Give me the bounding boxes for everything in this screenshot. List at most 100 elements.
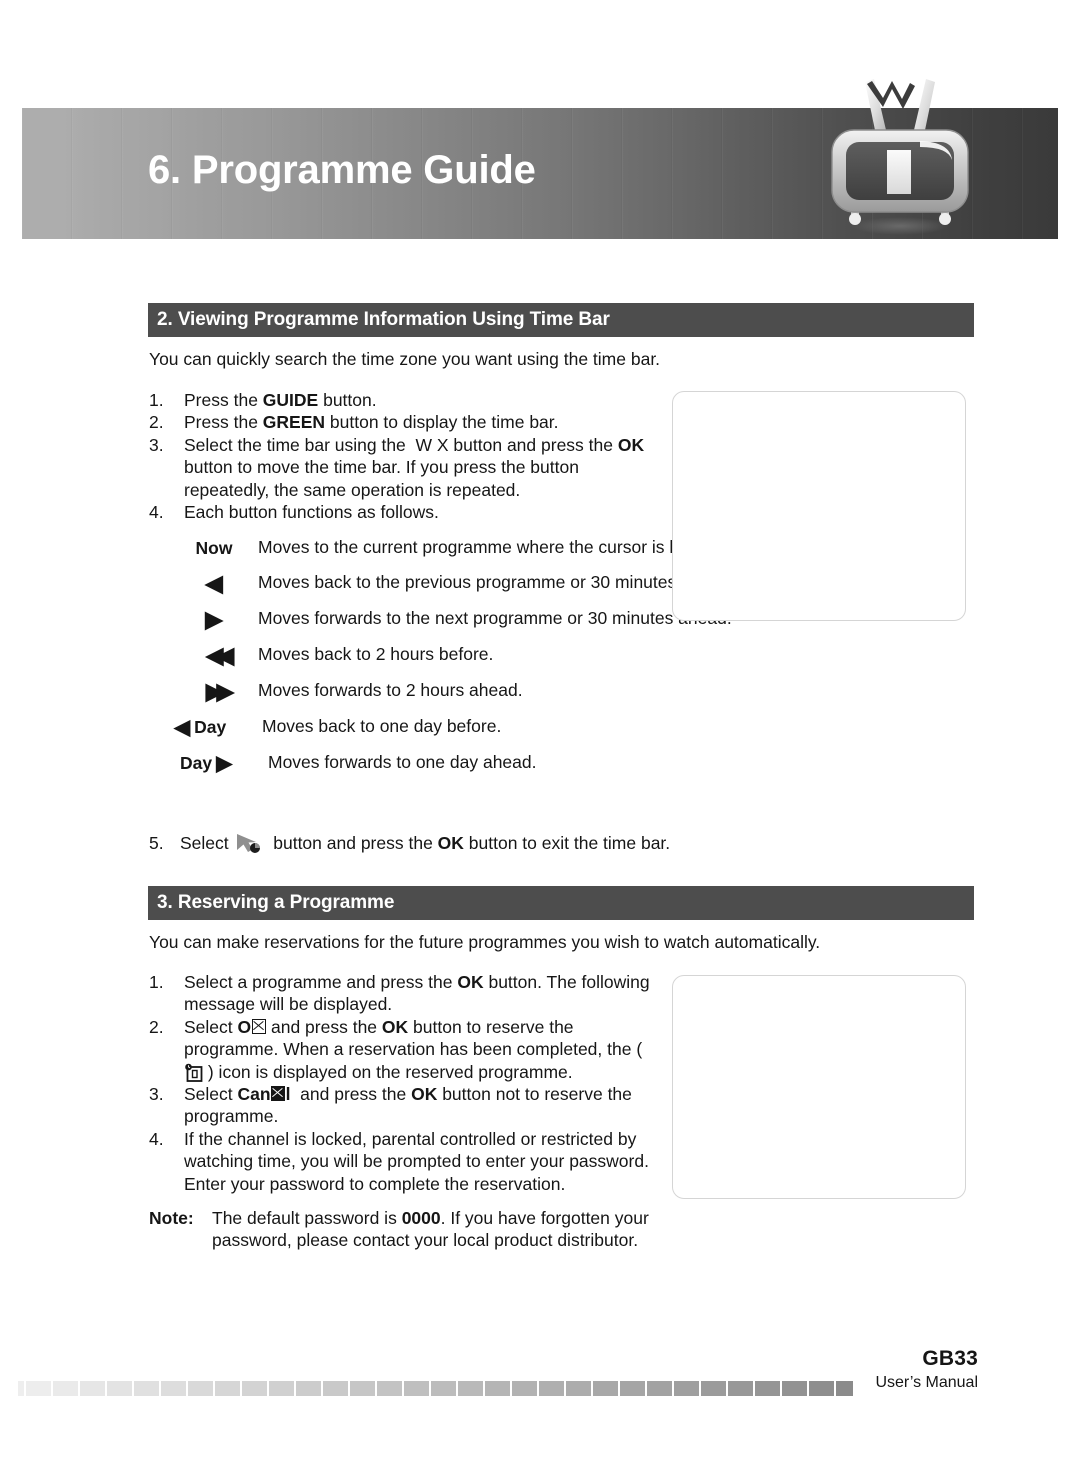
footer-bar-segment [431, 1381, 456, 1396]
footer-bar-segment [18, 1381, 24, 1396]
page-number: GB33 [922, 1347, 978, 1370]
time-bar-screenshot [672, 391, 966, 621]
arrow-left-double-icon: ◀◀ [205, 642, 235, 669]
step-number: 5. [149, 833, 164, 853]
footer-bar-segment [647, 1381, 672, 1396]
arrow-right-icon: ▶ [205, 606, 223, 633]
note-label: Note: [149, 1208, 194, 1228]
missing-glyph-icon [271, 1086, 286, 1102]
step-list-reserving: 1. Select a programme and press the OK b… [149, 971, 659, 1195]
day-label: Day [194, 717, 227, 738]
step-item: 1. Press the GUIDE button. [149, 389, 669, 411]
footer-decorative-bar [18, 1381, 853, 1396]
page-title: 6. Programme Guide [148, 148, 536, 192]
footer-bar-segment [188, 1381, 213, 1396]
note-block: Note: The default password is 0000. If y… [149, 1207, 660, 1252]
legend-key-left: ◀ [170, 571, 258, 595]
footer-bar-segment [809, 1381, 834, 1396]
section-intro-reserving: You can make reservations for the future… [149, 932, 821, 952]
footer-bar-segment [728, 1381, 753, 1396]
legend-description: Moves forwards to one day ahead. [268, 751, 537, 772]
footer-bar-segment [674, 1381, 699, 1396]
section-title-time-bar: 2. Viewing Programme Information Using T… [157, 309, 610, 330]
step-text: Select O and press the OK button to rese… [184, 1016, 648, 1082]
footer-bar-segment [134, 1381, 159, 1396]
step-text: Select a programme and press the OK butt… [184, 972, 650, 1015]
exit-cursor-icon [234, 832, 264, 854]
legend-key-day-forward: Day ▶ [170, 751, 268, 774]
step-text: Select Can l and press the OK button not … [184, 1084, 632, 1127]
tv-antenna-icon [865, 79, 935, 135]
reservation-clock-icon [184, 1063, 203, 1082]
footer-bar-segment [458, 1381, 483, 1396]
manual-label: User’s Manual [875, 1374, 978, 1391]
arrow-right-icon: ▶ [216, 751, 233, 775]
legend-description: Moves back to one day before. [262, 716, 502, 737]
step-number: 3. [149, 1084, 164, 1105]
manual-page: 6. Programme Guide 2. Viewing Programme … [0, 0, 1080, 1472]
footer-bar-segment [107, 1381, 132, 1396]
footer-bar-segment [755, 1381, 780, 1396]
step-number: 1. [149, 972, 164, 992]
section-title-reserving: 3. Reserving a Programme [157, 892, 395, 913]
section-header-time-bar: 2. Viewing Programme Information Using T… [148, 303, 974, 337]
legend-row: ▶▶ Moves forwards to 2 hours ahead. [170, 679, 778, 703]
arrow-right-double-icon: ▶▶ [205, 678, 235, 705]
footer-bar-segment [350, 1381, 375, 1396]
step-item: 3. Select Can l and press the OK button n… [149, 1083, 659, 1128]
legend-row: Day ▶ Moves forwards to one day ahead. [170, 751, 778, 774]
footer-bar-segment [701, 1381, 726, 1396]
legend-row: ◀ Day Moves back to one day before. [170, 715, 778, 738]
footer-bar-segment [566, 1381, 591, 1396]
missing-glyph-icon [251, 1018, 266, 1034]
footer-bar-segment [377, 1381, 402, 1396]
legend-key-right: ▶ [170, 607, 258, 631]
footer-bar-segment [836, 1381, 853, 1396]
footer-bar-segment [215, 1381, 240, 1396]
step-item: 4. If the channel is locked, parental co… [149, 1128, 659, 1195]
footer-bar-segment [80, 1381, 105, 1396]
footer-bar-segment [269, 1381, 294, 1396]
day-label: Day [180, 752, 213, 773]
step-text: Select the time bar using the W X button… [184, 434, 645, 500]
arrow-left-icon: ◀ [205, 570, 223, 597]
footer-bar-segment [593, 1381, 618, 1396]
footer-bar-segment [539, 1381, 564, 1396]
step-text: Press the GUIDE button. [184, 390, 377, 410]
reservation-dialog-screenshot [672, 975, 966, 1199]
legend-row: ◀◀ Moves back to 2 hours before. [170, 643, 778, 667]
footer-bar-segment [53, 1381, 78, 1396]
step-number: 2. [149, 412, 164, 433]
footer-bar-segment [485, 1381, 510, 1396]
step-list-time-bar: 1. Press the GUIDE button. 2. Press the … [149, 389, 669, 523]
step-text: Select button and press the OK button to… [180, 832, 671, 854]
step-text: If the channel is locked, parental contr… [184, 1128, 649, 1194]
step-item: 4. Each button functions as follows. [149, 501, 669, 523]
footer-bar-segment [404, 1381, 429, 1396]
legend-key-left-double: ◀◀ [170, 643, 258, 667]
step-text: Each button functions as follows. [184, 502, 439, 523]
footer-bar-segment [512, 1381, 537, 1396]
step-number: 2. [149, 1016, 164, 1037]
step-number: 1. [149, 390, 164, 410]
arrow-left-icon: ◀ [174, 716, 191, 740]
legend-key-day-back: ◀ Day [170, 715, 262, 738]
section-intro-time-bar: You can quickly search the time zone you… [149, 349, 661, 369]
legend-key-right-double: ▶▶ [170, 679, 258, 703]
footer-bar-segment [323, 1381, 348, 1396]
step-item: 1. Select a programme and press the OK b… [149, 971, 659, 1016]
step-item: 3. Select the time bar using the W X but… [149, 434, 669, 501]
footer-bar-segment [242, 1381, 267, 1396]
select-word: Select [180, 833, 229, 853]
step-item: 5. Select button and press the OK button… [149, 832, 709, 854]
note-text: The default password is 0000. If you hav… [212, 1208, 649, 1251]
step-text: Press the GREEN button to display the ti… [184, 412, 559, 433]
step-item: 2. Select O and press the OK button to r… [149, 1016, 659, 1083]
footer-bar-segment [782, 1381, 807, 1396]
tv-shadow [852, 217, 948, 235]
section-header-reserving: 3. Reserving a Programme [148, 886, 974, 920]
step-item: 2. Press the GREEN button to display the… [149, 411, 669, 433]
footer-bar-segment [296, 1381, 321, 1396]
footer-bar-segment [161, 1381, 186, 1396]
step-number: 4. [149, 1128, 164, 1149]
